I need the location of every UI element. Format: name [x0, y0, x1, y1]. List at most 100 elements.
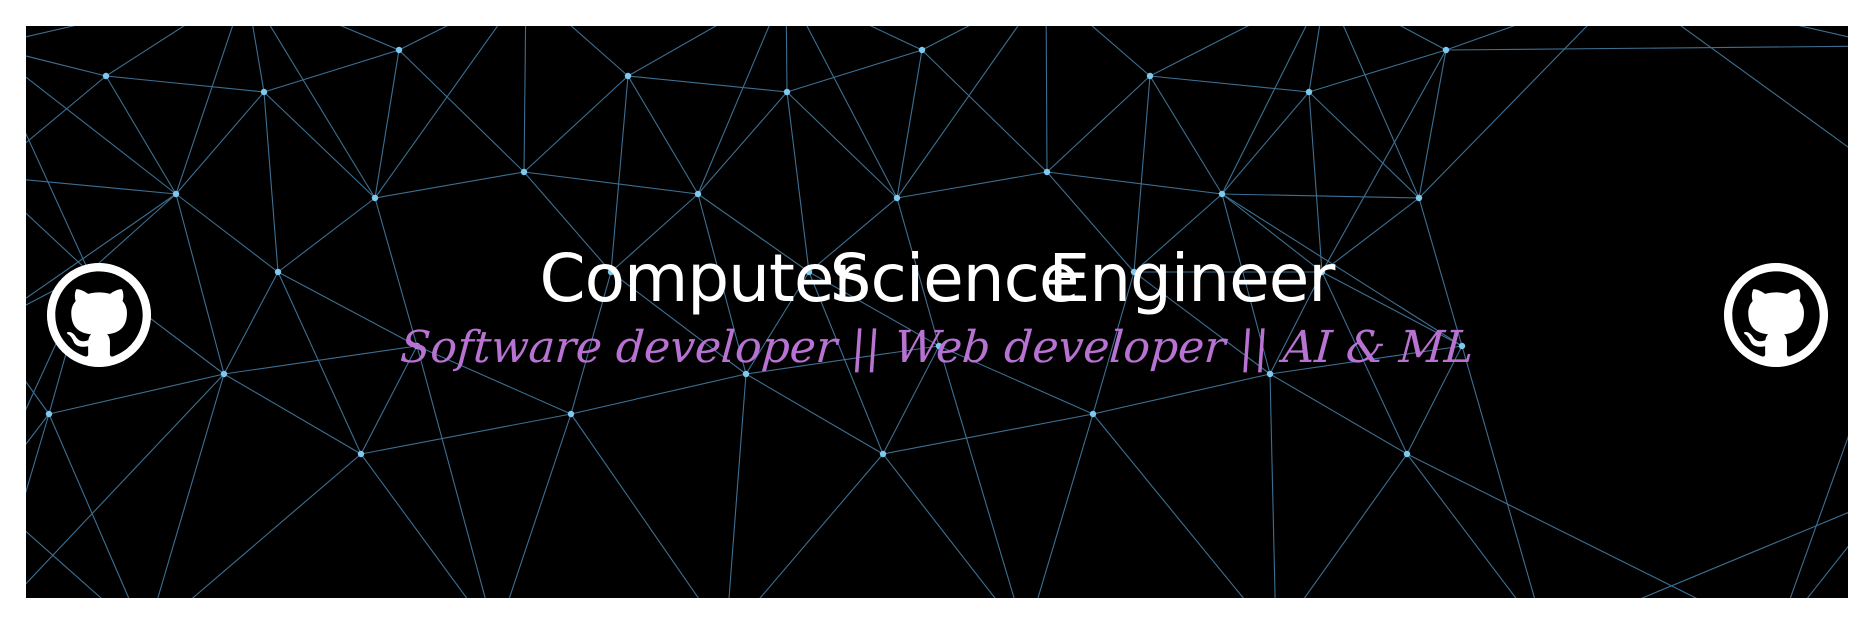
network-line	[570, 373, 747, 415]
network-line	[26, 76, 177, 195]
network-line	[26, 132, 90, 273]
network-line	[1045, 26, 1048, 173]
header-banner: ComputerScienceEngineer Software develop…	[26, 26, 1848, 598]
network-line	[570, 413, 699, 598]
network-line	[627, 75, 699, 195]
network-line	[1269, 373, 1408, 455]
network-node	[260, 88, 268, 96]
network-line	[1418, 49, 1447, 199]
network-node	[1043, 168, 1051, 176]
network-line	[697, 91, 788, 195]
network-line	[26, 530, 102, 598]
network-line	[360, 413, 572, 455]
title-word: Computer	[539, 240, 861, 317]
network-node	[893, 194, 901, 202]
network-line	[398, 26, 448, 51]
network-line	[921, 49, 1048, 173]
network-node	[395, 46, 403, 54]
page-title: ComputerScienceEngineer	[26, 246, 1848, 312]
network-node	[357, 450, 365, 458]
network-line	[882, 413, 1094, 455]
network-line	[1046, 75, 1151, 173]
network-line	[1308, 91, 1420, 199]
network-node	[1442, 46, 1450, 54]
network-line	[896, 171, 1048, 199]
network-line	[1342, 26, 1420, 199]
network-node	[879, 450, 887, 458]
title-word: Science	[829, 240, 1080, 317]
network-line	[263, 91, 376, 199]
network-node	[1403, 450, 1411, 458]
network-line	[570, 26, 629, 77]
network-line	[374, 49, 400, 199]
network-node	[1415, 194, 1423, 202]
network-line	[1303, 453, 1408, 598]
network-line	[1399, 26, 1447, 51]
network-line	[360, 453, 468, 598]
network-line	[26, 55, 107, 77]
network-line	[26, 26, 76, 38]
network-line	[1445, 26, 1516, 51]
network-node	[783, 88, 791, 96]
network-node	[1146, 72, 1154, 80]
network-line	[1221, 193, 1420, 199]
network-node	[520, 168, 528, 176]
network-line	[627, 26, 717, 77]
network-node	[220, 370, 228, 378]
network-line	[105, 75, 265, 93]
network-line	[398, 49, 525, 173]
network-line	[157, 373, 225, 598]
network-line	[48, 413, 130, 598]
network-line	[806, 26, 898, 199]
network-line	[105, 26, 185, 77]
network-line	[759, 453, 884, 598]
network-line	[921, 26, 970, 51]
network-line	[26, 373, 225, 585]
network-line	[1806, 545, 1848, 598]
network-line	[938, 345, 1015, 598]
network-node	[567, 410, 575, 418]
network-line	[416, 345, 486, 598]
network-line	[175, 91, 265, 195]
network-line	[191, 453, 362, 598]
network-line	[508, 413, 572, 598]
network-line	[1092, 373, 1271, 415]
subtitle: Software developer || Web developer || A…	[398, 322, 1476, 373]
network-line	[223, 373, 362, 455]
network-line	[1445, 45, 1848, 51]
network-line	[523, 171, 699, 195]
network-line	[1418, 26, 1588, 199]
network-line	[1037, 413, 1094, 598]
network-line	[627, 75, 788, 93]
network-line	[1149, 26, 1249, 77]
network-line	[745, 373, 884, 455]
network-line	[786, 49, 923, 93]
network-node	[694, 190, 702, 198]
network-line	[374, 171, 525, 199]
network-line	[882, 453, 996, 598]
network-line	[786, 91, 898, 199]
network-line	[1046, 171, 1223, 195]
network-line	[728, 373, 747, 598]
network-line	[785, 26, 788, 93]
network-line	[1091, 26, 1151, 77]
network-line	[896, 49, 923, 199]
banner-frame: ComputerScienceEngineer Software develop…	[0, 0, 1875, 625]
network-line	[1798, 26, 1848, 38]
network-line	[26, 413, 50, 494]
network-line	[1640, 512, 1848, 598]
network-node	[1089, 410, 1097, 418]
network-line	[105, 75, 177, 195]
network-node	[371, 194, 379, 202]
network-line	[48, 373, 225, 415]
network-line	[1406, 453, 1698, 598]
network-line	[1149, 75, 1310, 93]
network-node	[1305, 88, 1313, 96]
network-line	[896, 26, 1019, 199]
network-node	[1218, 190, 1226, 198]
network-line	[697, 26, 770, 195]
network-line	[1092, 413, 1245, 598]
network-node	[102, 72, 110, 80]
network-line	[1308, 26, 1321, 93]
network-line	[340, 26, 400, 51]
